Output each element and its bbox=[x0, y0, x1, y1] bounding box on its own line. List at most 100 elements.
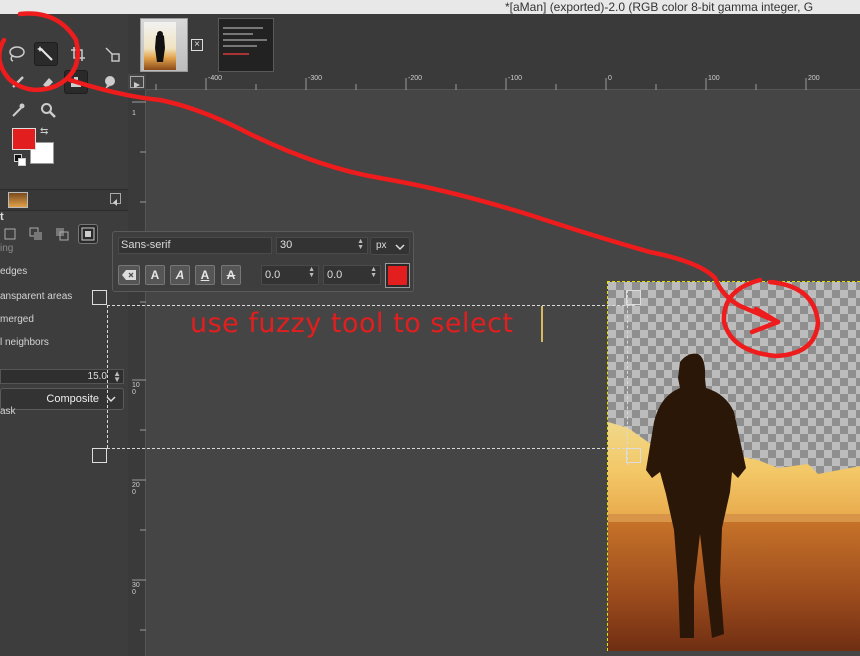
fuzzy-select-tool[interactable] bbox=[34, 42, 58, 66]
hruler-label: -200 bbox=[408, 75, 423, 82]
feather-edges-option[interactable]: edges bbox=[0, 266, 27, 277]
hruler-label: 200 bbox=[808, 75, 820, 82]
spin-arrows-icon[interactable]: ▲ ▼ bbox=[370, 266, 377, 279]
tool-options-title: t bbox=[0, 211, 4, 223]
image-thumbnail-tab[interactable] bbox=[8, 192, 28, 208]
text-color-button[interactable] bbox=[385, 263, 410, 288]
baseline-field[interactable]: 0.0 ▲ ▼ bbox=[261, 265, 319, 285]
image-tab-active[interactable]: × bbox=[140, 18, 203, 72]
select-by-value: Composite bbox=[46, 393, 99, 405]
unit-dropdown[interactable]: px bbox=[370, 237, 410, 255]
mode-add-button[interactable] bbox=[26, 224, 46, 244]
threshold-slider[interactable]: 15.0 ▲ ▼ bbox=[0, 369, 124, 384]
spin-arrows-icon[interactable]: ▲ ▼ bbox=[308, 266, 315, 279]
mode-replace-button[interactable] bbox=[0, 224, 20, 244]
tab-preview-line bbox=[223, 27, 263, 29]
hruler-label: -300 bbox=[308, 75, 323, 82]
vruler-ticks bbox=[132, 101, 146, 631]
magic-wand-icon bbox=[37, 45, 55, 63]
hruler-label: 100 bbox=[708, 75, 720, 82]
pencil-tool[interactable] bbox=[6, 70, 30, 94]
unit-value: px bbox=[376, 240, 387, 251]
smudge-icon bbox=[102, 74, 118, 90]
select-by-dropdown[interactable]: Composite bbox=[0, 388, 124, 410]
lasso-icon bbox=[7, 45, 25, 63]
image-tabs-bar: × bbox=[128, 14, 860, 74]
pencil-icon bbox=[10, 74, 26, 90]
selection-mode-group bbox=[0, 224, 104, 248]
hruler-label: -400 bbox=[208, 75, 223, 82]
text-box-top bbox=[107, 305, 635, 306]
spin-arrows-icon[interactable]: ▲ ▼ bbox=[357, 238, 364, 251]
diagonal-neighbors-option[interactable]: l neighbors bbox=[0, 337, 49, 348]
magnifier-icon bbox=[40, 102, 56, 118]
stamp-icon bbox=[68, 74, 84, 90]
canvas-text-layer[interactable]: use fuzzy tool to select bbox=[190, 308, 514, 339]
color-picker-tool[interactable] bbox=[6, 98, 30, 122]
toolbox-dock: ⇆ t ing edges ansparent areas merged l n… bbox=[0, 14, 128, 656]
smudge-tool[interactable] bbox=[98, 70, 122, 94]
chevron-down-icon bbox=[395, 244, 405, 251]
clone-tool[interactable] bbox=[64, 70, 88, 94]
close-tab-icon[interactable]: × bbox=[191, 39, 203, 51]
strikethrough-button[interactable]: A bbox=[221, 265, 241, 285]
font-field[interactable]: Sans-serif bbox=[118, 237, 272, 254]
vertical-ruler[interactable]: 1 100 200 300 bbox=[128, 90, 146, 656]
foreground-color-swatch[interactable] bbox=[12, 128, 36, 150]
swap-colors-icon[interactable]: ⇆ bbox=[40, 126, 48, 137]
text-box-handle[interactable] bbox=[92, 290, 107, 305]
hruler-label: 0 bbox=[608, 75, 612, 82]
image-layer[interactable] bbox=[607, 281, 860, 651]
draw-mask-option[interactable]: ask bbox=[0, 406, 16, 417]
image-thumbnail bbox=[144, 22, 176, 70]
antialiasing-option[interactable]: ing bbox=[0, 243, 13, 254]
crop-tool[interactable] bbox=[66, 42, 90, 66]
eraser-icon bbox=[40, 74, 56, 90]
photo-man-silhouette bbox=[608, 353, 860, 651]
hruler-ticks bbox=[155, 78, 807, 90]
text-style-editor: Sans-serif 30 ▲ ▼ px A A A A 0.0 ▲ ▼ 0.0 ▲… bbox=[112, 231, 414, 292]
hruler-label: -100 bbox=[508, 75, 523, 82]
clear-style-button[interactable] bbox=[118, 265, 140, 285]
text-box-handle[interactable] bbox=[626, 290, 641, 305]
title-bar: *[aMan] (exported)-2.0 (RGB color 8-bit … bbox=[0, 0, 860, 14]
sample-merged-option[interactable]: merged bbox=[0, 314, 34, 325]
font-size-field[interactable]: 30 ▲ ▼ bbox=[276, 237, 368, 254]
tab-preview-line bbox=[223, 53, 249, 55]
kerning-field[interactable]: 0.0 ▲ ▼ bbox=[323, 265, 381, 285]
kerning-value: 0.0 bbox=[327, 269, 343, 281]
zoom-tool[interactable] bbox=[36, 98, 60, 122]
vruler-label: 1 bbox=[132, 110, 136, 117]
image-tab-2[interactable] bbox=[218, 18, 274, 72]
text-color-swatch bbox=[388, 266, 407, 285]
font-size-value: 30 bbox=[280, 239, 293, 251]
horizontal-ruler[interactable]: -400 -300 -200 -100 0 100 200 bbox=[146, 74, 860, 90]
gimp-window: *[aMan] (exported)-2.0 (RGB color 8-bit … bbox=[0, 0, 860, 656]
italic-button[interactable]: A bbox=[170, 265, 190, 285]
tab-preview-line bbox=[223, 33, 253, 35]
tab-preview-line bbox=[223, 45, 257, 47]
spin-arrows-icon[interactable]: ▲ ▼ bbox=[113, 370, 121, 384]
eraser-tool[interactable] bbox=[36, 70, 60, 94]
vruler-label: 100 bbox=[132, 382, 140, 396]
crop-icon bbox=[69, 45, 87, 63]
bold-button[interactable]: A bbox=[145, 265, 165, 285]
mode-intersect-button[interactable] bbox=[78, 224, 98, 244]
eyedropper-icon bbox=[10, 102, 26, 118]
baseline-value: 0.0 bbox=[265, 269, 281, 281]
free-select-tool[interactable] bbox=[4, 42, 28, 66]
select-transparent-option[interactable]: ansparent areas bbox=[0, 291, 72, 302]
text-box-left bbox=[107, 305, 108, 448]
transform-tool[interactable] bbox=[100, 42, 124, 66]
underline-button[interactable]: A bbox=[195, 265, 215, 285]
dock-menu-icon[interactable] bbox=[110, 193, 121, 206]
scale-icon bbox=[103, 45, 121, 63]
backspace-icon bbox=[122, 270, 136, 280]
text-box-handle[interactable] bbox=[92, 448, 107, 463]
text-box-bottom bbox=[107, 448, 635, 449]
ruler-corner-button[interactable] bbox=[130, 76, 144, 88]
mode-subtract-button[interactable] bbox=[52, 224, 72, 244]
window-title: *[aMan] (exported)-2.0 (RGB color 8-bit … bbox=[505, 0, 814, 14]
threshold-value: 15.0 bbox=[87, 371, 107, 382]
text-box-handle[interactable] bbox=[626, 448, 641, 463]
